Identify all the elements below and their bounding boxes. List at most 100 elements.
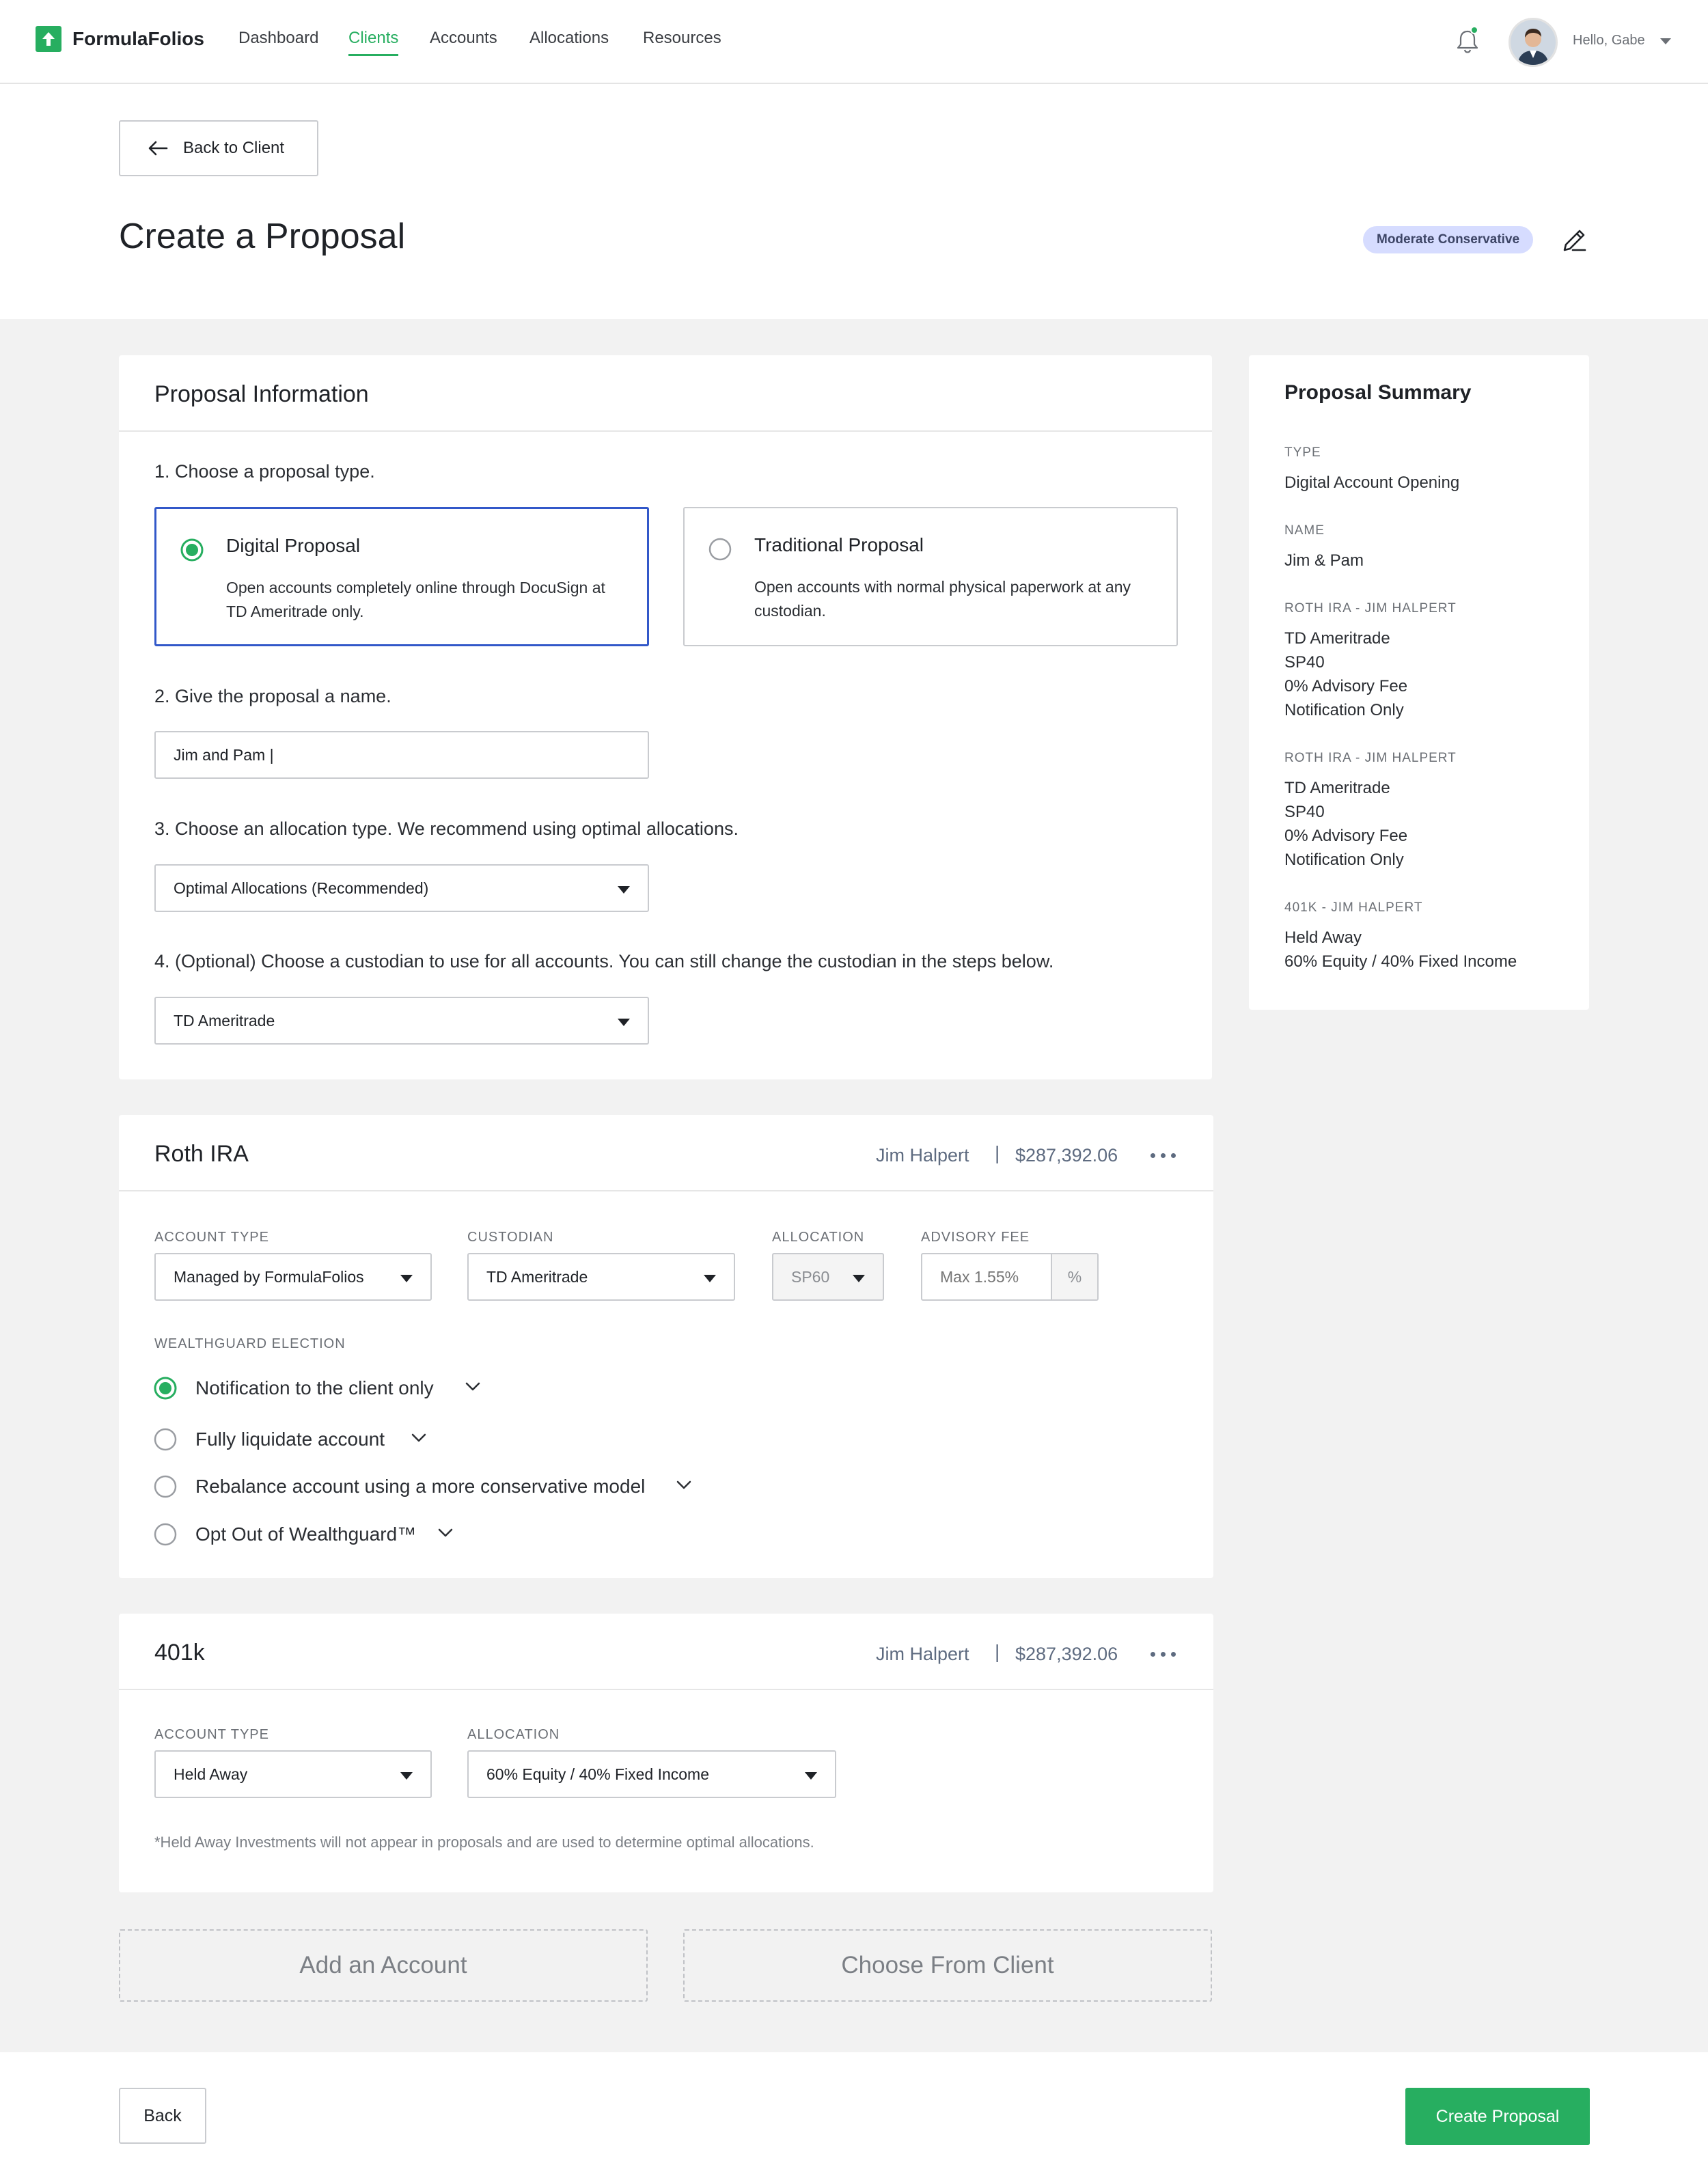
step-1-label: 1. Choose a proposal type. — [154, 461, 375, 482]
notification-dot — [1470, 26, 1478, 34]
card-title: Proposal Information — [154, 381, 369, 407]
more-icon[interactable] — [1151, 1652, 1176, 1657]
choose-from-client-button[interactable]: Choose From Client — [683, 1929, 1212, 2002]
select-value: Held Away — [174, 1765, 248, 1783]
logo-icon — [36, 26, 61, 52]
caret-down-icon — [704, 1275, 716, 1282]
summary-name-value: Jim & Pam — [1284, 551, 1364, 570]
401k-card: 401k Jim Halpert | $287,392.06 ACCOUNT T… — [119, 1614, 1213, 1892]
summary-account-line: SP40 — [1284, 803, 1325, 821]
caret-down-icon — [400, 1772, 413, 1780]
held-away-note: *Held Away Investments will not appear i… — [154, 1834, 814, 1851]
radio-selected-icon — [180, 538, 204, 562]
option-label: Notification to the client only — [195, 1377, 434, 1398]
summary-account-label: ROTH IRA - JIM HALPERT — [1284, 601, 1457, 616]
chevron-down-icon[interactable] — [411, 1433, 427, 1444]
chevron-down-icon[interactable] — [676, 1480, 692, 1491]
summary-title: Proposal Summary — [1284, 381, 1472, 404]
radio-unselected-icon — [154, 1428, 177, 1451]
account-type-label: ACCOUNT TYPE — [154, 1727, 269, 1742]
proposal-information-card: Proposal Information 1. Choose a proposa… — [119, 355, 1212, 1079]
header-separator: | — [995, 1142, 1000, 1163]
advisory-fee-field: % — [921, 1253, 1099, 1301]
select-value: TD Ameritrade — [486, 1267, 588, 1286]
proposal-type-description: Open accounts with normal physical paper… — [754, 578, 1131, 620]
nav-resources[interactable]: Resources — [643, 29, 721, 48]
caret-down-icon — [400, 1275, 413, 1282]
account-type-select[interactable]: Held Away — [154, 1750, 432, 1798]
custodian-select[interactable]: TD Ameritrade — [467, 1253, 735, 1301]
avatar[interactable] — [1509, 18, 1558, 67]
summary-account-line: Held Away — [1284, 928, 1362, 947]
back-button[interactable]: Back — [119, 2088, 206, 2144]
chevron-down-icon[interactable] — [465, 1381, 481, 1392]
account-title: Roth IRA — [154, 1141, 249, 1167]
allocation-select[interactable]: SP60 — [772, 1253, 884, 1301]
account-owner: Jim Halpert — [876, 1644, 969, 1664]
radio-unselected-icon — [154, 1523, 177, 1546]
step-4-label: 4. (Optional) Choose a custodian to use … — [154, 951, 1054, 971]
allocation-select[interactable]: 60% Equity / 40% Fixed Income — [467, 1750, 836, 1798]
proposal-type-title: Digital Proposal — [226, 535, 361, 556]
summary-account-line: Notification Only — [1284, 851, 1404, 869]
select-value: SP60 — [791, 1267, 830, 1286]
caret-down-icon — [853, 1275, 865, 1282]
option-label: Rebalance account using a more conservat… — [195, 1476, 646, 1497]
advisory-fee-input[interactable] — [922, 1254, 1052, 1299]
summary-account-line: TD Ameritrade — [1284, 779, 1390, 797]
back-to-client-button[interactable]: Back to Client — [119, 120, 318, 176]
nav-active-underline — [348, 54, 399, 56]
allocation-type-select[interactable]: Optimal Allocations (Recommended) — [154, 864, 649, 912]
brand-name: FormulaFolios — [72, 28, 204, 49]
advisory-fee-label: ADVISORY FEE — [921, 1230, 1030, 1245]
account-balance: $287,392.06 — [1015, 1145, 1118, 1165]
account-owner: Jim Halpert — [876, 1145, 969, 1165]
arrow-left-icon — [148, 141, 168, 156]
traditional-proposal-option[interactable]: Traditional Proposal Open accounts with … — [683, 507, 1178, 646]
custodian-label: CUSTODIAN — [467, 1230, 554, 1245]
user-greeting[interactable]: Hello, Gabe — [1573, 33, 1645, 49]
step-3-label: 3. Choose an allocation type. We recomme… — [154, 818, 739, 839]
chevron-down-icon[interactable] — [437, 1528, 454, 1539]
digital-proposal-option[interactable]: Digital Proposal Open accounts completel… — [154, 507, 649, 646]
select-value: 60% Equity / 40% Fixed Income — [486, 1765, 709, 1783]
card-header: 401k Jim Halpert | $287,392.06 — [119, 1614, 1213, 1690]
select-value: Managed by FormulaFolios — [174, 1267, 364, 1286]
caret-down-icon — [618, 1019, 630, 1026]
proposal-name-input[interactable]: Jim and Pam | — [154, 731, 649, 779]
summary-account-line: Notification Only — [1284, 701, 1404, 719]
create-proposal-button[interactable]: Create Proposal — [1405, 2088, 1590, 2145]
nav-accounts[interactable]: Accounts — [430, 29, 497, 48]
proposal-type-description: Open accounts completely online through … — [226, 579, 605, 620]
select-value: TD Ameritrade — [174, 1011, 275, 1030]
add-account-button[interactable]: Add an Account — [119, 1929, 648, 2002]
option-label: Opt Out of Wealthguard™ — [195, 1523, 417, 1545]
card-header: Proposal Information — [119, 355, 1212, 432]
allocation-label: ALLOCATION — [772, 1230, 865, 1245]
summary-account-line: 0% Advisory Fee — [1284, 827, 1408, 845]
allocation-label: ALLOCATION — [467, 1727, 560, 1742]
card-header: Roth IRA Jim Halpert | $287,392.06 — [119, 1115, 1213, 1191]
step-2-label: 2. Give the proposal a name. — [154, 686, 391, 706]
caret-down-icon — [805, 1772, 817, 1780]
pencil-icon[interactable] — [1559, 225, 1589, 256]
nav-clients[interactable]: Clients — [348, 29, 399, 56]
account-type-label: ACCOUNT TYPE — [154, 1230, 269, 1245]
account-balance: $287,392.06 — [1015, 1644, 1118, 1664]
brand-logo[interactable]: FormulaFolios — [36, 26, 204, 52]
summary-account-line: TD Ameritrade — [1284, 629, 1390, 648]
proposal-type-title: Traditional Proposal — [754, 534, 924, 555]
percent-unit: % — [1051, 1254, 1097, 1299]
nav-clients-label: Clients — [348, 29, 399, 47]
risk-profile-badge: Moderate Conservative — [1363, 226, 1534, 253]
caret-down-icon[interactable] — [1660, 38, 1671, 44]
nav-allocations[interactable]: Allocations — [529, 29, 609, 48]
custodian-select[interactable]: TD Ameritrade — [154, 997, 649, 1045]
more-icon[interactable] — [1151, 1153, 1176, 1158]
header-separator: | — [995, 1641, 1000, 1662]
summary-name-label: NAME — [1284, 523, 1325, 538]
account-type-select[interactable]: Managed by FormulaFolios — [154, 1253, 432, 1301]
summary-account-label: ROTH IRA - JIM HALPERT — [1284, 751, 1457, 765]
nav-dashboard[interactable]: Dashboard — [238, 29, 318, 48]
back-to-client-label: Back to Client — [183, 139, 285, 157]
